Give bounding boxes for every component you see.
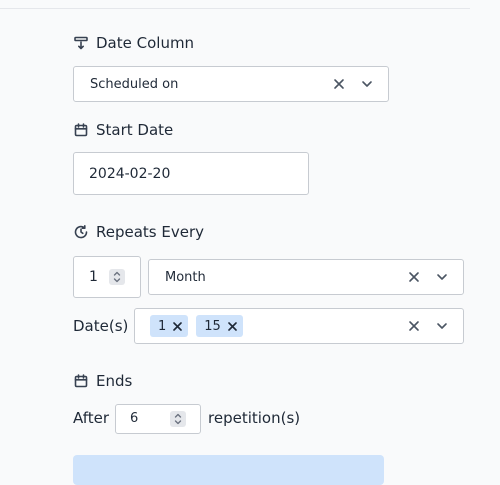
chevron-down-icon[interactable]	[360, 77, 374, 91]
dates-tags: 1 15	[135, 315, 406, 337]
stepper-arrows-icon[interactable]	[170, 411, 186, 427]
submit-button[interactable]	[73, 455, 384, 485]
dates-label: Date(s)	[73, 317, 129, 335]
stepper-arrows-icon[interactable]	[109, 269, 125, 285]
start-date-input[interactable]: 2024-02-20	[73, 152, 309, 195]
date-column-value: Scheduled on	[90, 76, 179, 92]
repetition-count-stepper[interactable]: 6	[115, 404, 201, 434]
date-column-select[interactable]: Scheduled on	[73, 66, 389, 102]
refresh-clock-icon	[74, 225, 88, 239]
clear-icon[interactable]	[406, 269, 422, 285]
remove-tag-icon[interactable]	[173, 321, 183, 331]
filter-down-icon	[74, 36, 88, 50]
chevron-down-icon[interactable]	[435, 270, 449, 284]
calendar-icon	[74, 374, 88, 388]
clear-icon[interactable]	[406, 318, 422, 334]
date-tag: 15	[196, 315, 243, 337]
interval-value: 1	[89, 269, 98, 285]
repeats-every-label-text: Repeats Every	[96, 223, 205, 241]
chevron-down-icon[interactable]	[435, 319, 449, 333]
date-tag-label: 1	[158, 318, 167, 334]
date-tag-label: 15	[204, 318, 221, 334]
start-date-label: Start Date	[74, 121, 173, 139]
start-date-label-text: Start Date	[96, 121, 174, 139]
ends-prefix: After	[73, 409, 110, 427]
top-divider	[0, 8, 470, 9]
interval-stepper[interactable]: 1	[73, 256, 141, 298]
ends-label: Ends	[74, 372, 132, 390]
dates-multiselect[interactable]: 1 15	[134, 308, 464, 344]
date-column-label-text: Date Column	[96, 34, 195, 52]
date-column-label: Date Column	[74, 34, 194, 52]
repeat-unit-value: Month	[165, 269, 206, 285]
ends-label-text: Ends	[96, 372, 133, 390]
calendar-icon	[74, 123, 88, 137]
remove-tag-icon[interactable]	[228, 321, 237, 331]
repetition-count-value: 6	[130, 411, 139, 426]
clear-icon[interactable]	[331, 76, 347, 92]
date-tag: 1	[150, 315, 189, 337]
repeats-every-label: Repeats Every	[74, 223, 204, 241]
repeat-unit-select[interactable]: Month	[148, 259, 464, 295]
ends-suffix: repetition(s)	[208, 409, 301, 427]
start-date-value: 2024-02-20	[89, 166, 171, 182]
